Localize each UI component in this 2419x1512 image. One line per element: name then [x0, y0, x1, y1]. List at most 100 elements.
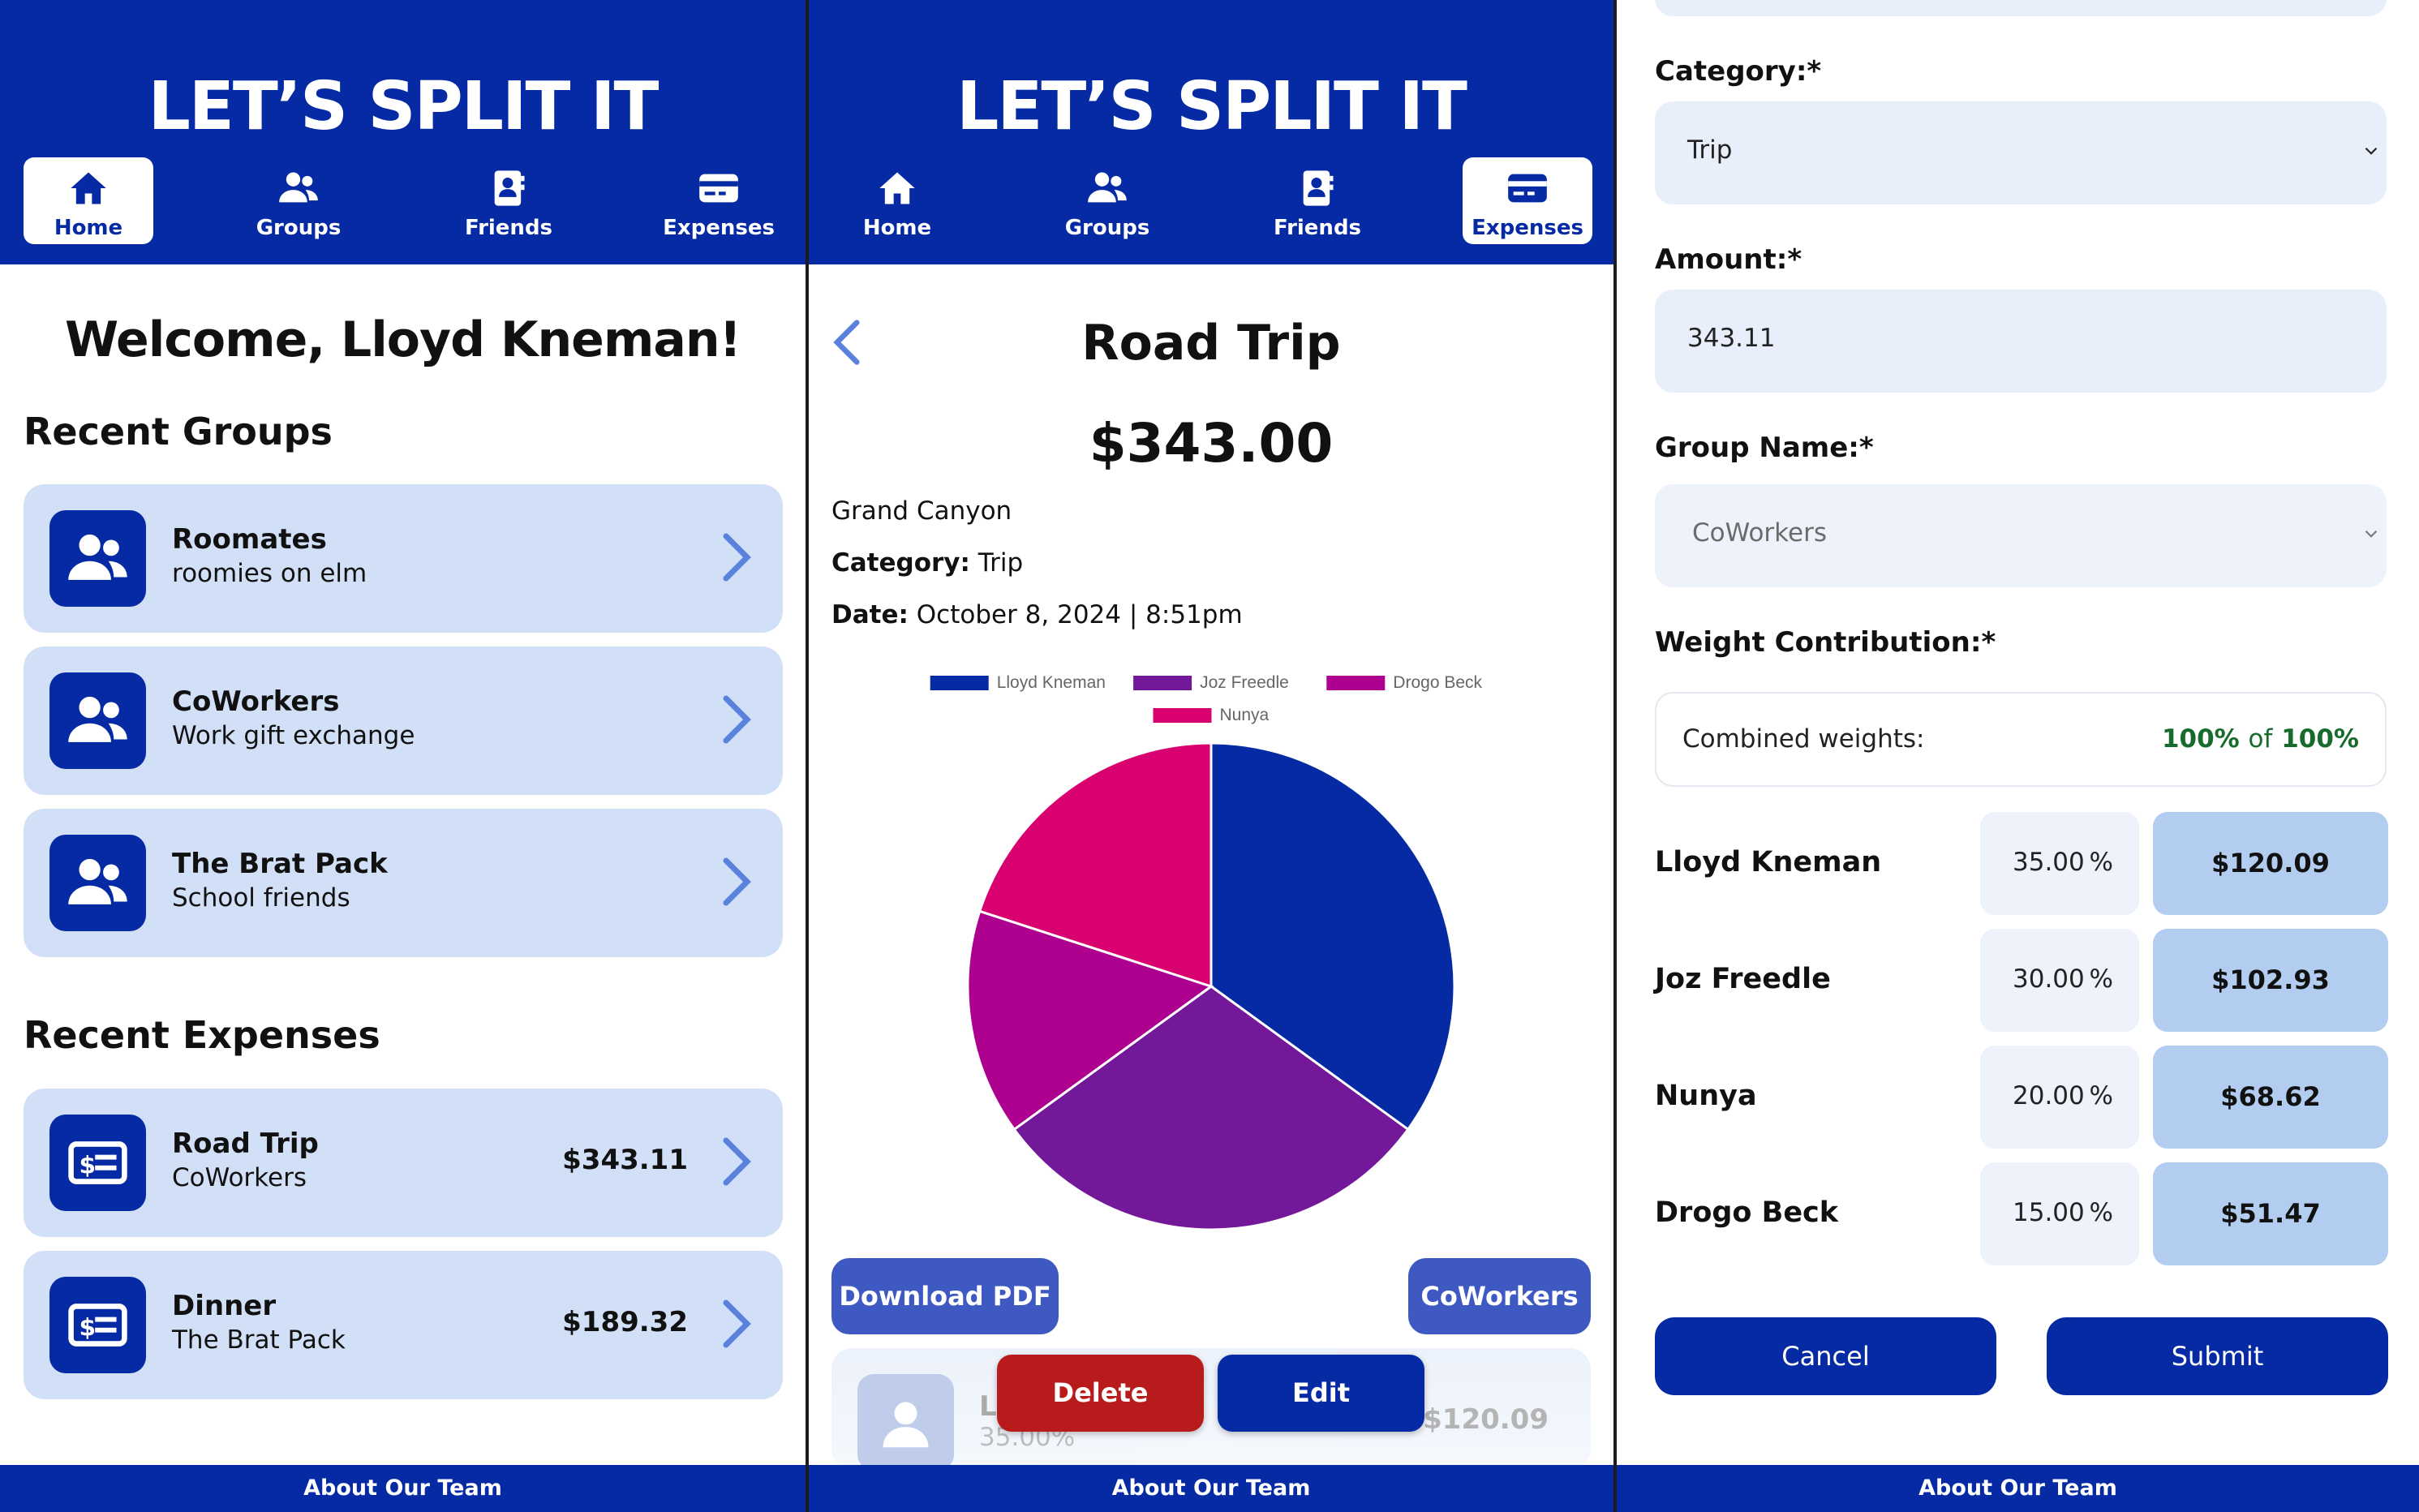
home-screen: LET’S SPLIT IT Home Groups Friends Expen…: [0, 0, 806, 1512]
nav-expenses[interactable]: Expenses: [1463, 157, 1592, 244]
group-card[interactable]: The Brat Pack School friends: [24, 809, 783, 957]
weight-value: 35.00: [2013, 848, 2085, 877]
chevron-right-icon: [723, 1137, 751, 1186]
legend-item[interactable]: Drogo Beck: [1326, 673, 1483, 692]
expense-group: The Brat Pack: [172, 1325, 346, 1355]
users-icon: [1088, 172, 1127, 203]
group-name-value: CoWorkers: [1692, 518, 1827, 548]
legend-label: Nunya: [1220, 706, 1270, 724]
group-card[interactable]: Roomates roomies on elm: [24, 484, 783, 633]
chevron-right-icon: [723, 1299, 751, 1348]
weight-input[interactable]: 15.00%: [1980, 1162, 2139, 1265]
split-pie-chart: Lloyd Kneman Joz Freedle Drogo Beck Nunya: [930, 673, 1483, 1231]
app-header: LET’S SPLIT IT Home Groups Friends Expen…: [0, 0, 806, 264]
category-label: Category:: [831, 548, 970, 578]
group-name-select[interactable]: CoWorkers: [1655, 484, 2387, 587]
chevron-right-icon: [723, 857, 751, 906]
weight-input[interactable]: 20.00%: [1980, 1046, 2139, 1149]
recent-groups-title: Recent Groups: [24, 410, 333, 453]
nav-home[interactable]: Home: [24, 157, 153, 244]
legend-swatch: [1153, 708, 1212, 723]
about-team-link[interactable]: About Our Team: [1617, 1465, 2419, 1512]
group-icon-box: [49, 510, 146, 607]
legend-swatch: [930, 676, 989, 690]
about-team-link[interactable]: About Our Team: [0, 1465, 806, 1512]
amount-input[interactable]: 343.11: [1655, 290, 2387, 393]
combined-total: 100%: [2281, 724, 2359, 754]
group-description: roomies on elm: [172, 559, 367, 588]
nav-friends-label: Friends: [1273, 216, 1362, 240]
nav-friends-label: Friends: [464, 216, 553, 240]
member-initial: L: [979, 1390, 997, 1423]
group-description: Work gift exchange: [172, 721, 415, 750]
combined-weights-label: Combined weights:: [1682, 724, 1925, 754]
edit-expense-form: Category:* Trip Amount:* 343.11 Group Na…: [1617, 0, 2419, 1512]
legend-label: Drogo Beck: [1393, 673, 1482, 692]
nav-groups-label: Groups: [256, 216, 342, 240]
group-card[interactable]: CoWorkers Work gift exchange: [24, 646, 783, 795]
edit-button[interactable]: Edit: [1218, 1355, 1424, 1432]
nav-home-label: Home: [862, 216, 932, 240]
group-name: CoWorkers: [172, 685, 340, 718]
member-share-amount: $68.62: [2153, 1046, 2388, 1149]
nav-friends[interactable]: Friends: [1252, 157, 1382, 244]
expense-card[interactable]: $ Dinner The Brat Pack $189.32: [24, 1251, 783, 1399]
group-name: Roomates: [172, 523, 327, 556]
expense-description: Grand Canyon: [831, 496, 1012, 526]
about-team-link[interactable]: About Our Team: [809, 1465, 1613, 1512]
expense-icon-box: $: [49, 1115, 146, 1211]
category-value: Trip: [977, 548, 1024, 578]
combined-of: of: [2248, 724, 2273, 754]
previous-field[interactable]: [1655, 0, 2387, 16]
combined-weights-box: Combined weights: 100% of 100%: [1655, 692, 2387, 787]
cancel-button[interactable]: Cancel: [1655, 1317, 1996, 1395]
expense-card[interactable]: $ Road Trip CoWorkers $343.11: [24, 1089, 783, 1237]
nav-expenses-label: Expenses: [663, 216, 775, 240]
app-header: LET’S SPLIT IT Home Groups Friends Expen…: [809, 0, 1613, 264]
legend-item[interactable]: Joz Freedle: [1133, 673, 1289, 692]
amount-label: Amount:*: [1655, 243, 1802, 276]
category-select[interactable]: Trip: [1655, 101, 2387, 204]
expense-icon-box: $: [49, 1277, 146, 1373]
percent-unit: %: [2089, 964, 2113, 994]
chevron-right-icon: [723, 533, 751, 582]
submit-button[interactable]: Submit: [2047, 1317, 2388, 1395]
weight-input[interactable]: 30.00%: [1980, 929, 2139, 1032]
contact-book-icon: [1303, 170, 1334, 206]
expense-detail-screen: LET’S SPLIT IT Home Groups Friends Expen…: [809, 0, 1613, 1512]
expense-amount: $189.32: [562, 1306, 688, 1338]
svg-text:$: $: [79, 1314, 96, 1342]
member-share-amount: $51.47: [2153, 1162, 2388, 1265]
weight-value: 30.00: [2013, 964, 2085, 994]
home-icon: [879, 172, 915, 204]
credit-card-icon: [699, 174, 738, 203]
weight-value: 20.00: [2013, 1081, 2085, 1110]
category-label: Category:*: [1655, 55, 1822, 88]
member-name: Nunya: [1655, 1080, 1757, 1112]
nav-expenses[interactable]: Expenses: [654, 157, 784, 244]
recent-expenses-title: Recent Expenses: [24, 1013, 380, 1057]
legend-item[interactable]: Lloyd Kneman: [930, 673, 1106, 692]
group-link-button[interactable]: CoWorkers: [1408, 1258, 1591, 1334]
contact-book-icon: [494, 170, 525, 206]
nav-groups[interactable]: Groups: [1042, 157, 1172, 244]
group-icon-box: [49, 672, 146, 769]
app-title: LET’S SPLIT IT: [148, 68, 660, 145]
svg-text:$: $: [79, 1152, 96, 1179]
nav-groups-label: Groups: [1064, 216, 1150, 240]
nav-groups[interactable]: Groups: [234, 157, 363, 244]
nav-friends[interactable]: Friends: [444, 157, 574, 244]
group-description: School friends: [172, 883, 350, 913]
chevron-right-icon: [723, 695, 751, 744]
member-name: Drogo Beck: [1655, 1196, 1839, 1229]
combined-weights-value: 100% of 100%: [2162, 724, 2359, 754]
expense-category: Category: Trip: [831, 548, 1023, 578]
weight-input[interactable]: 35.00%: [1980, 812, 2139, 915]
nav-home[interactable]: Home: [832, 157, 962, 244]
delete-button[interactable]: Delete: [997, 1355, 1204, 1432]
users-icon: [68, 534, 127, 580]
category-value: Trip: [1687, 135, 1733, 165]
date-label: Date:: [831, 600, 909, 629]
download-pdf-button[interactable]: Download PDF: [831, 1258, 1059, 1334]
legend-item[interactable]: Nunya: [1153, 706, 1270, 724]
